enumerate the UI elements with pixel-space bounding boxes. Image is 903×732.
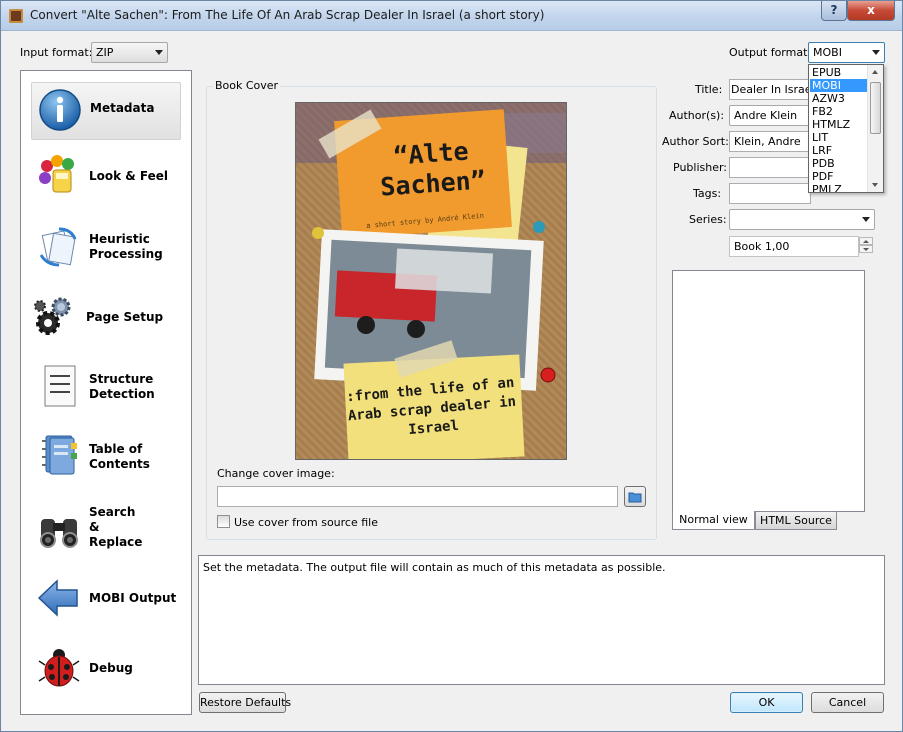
dropdown-option[interactable]: FB2: [810, 105, 869, 118]
dropdown-option[interactable]: LIT: [810, 131, 869, 144]
cancel-button[interactable]: Cancel: [811, 692, 884, 713]
dropdown-option[interactable]: LRF: [810, 144, 869, 157]
series-index-input[interactable]: Book 1,00: [729, 236, 859, 257]
series-index-spinner[interactable]: [859, 237, 873, 254]
series-select[interactable]: [729, 209, 875, 230]
sidebar-item-label: Search & Replace: [89, 505, 143, 550]
heuristic-pages-icon: [39, 227, 77, 267]
restore-defaults-button[interactable]: Restore Defaults: [199, 692, 291, 713]
chevron-down-icon: [155, 50, 163, 55]
arrow-left-icon: [37, 579, 78, 617]
paint-palette-icon: [39, 155, 74, 193]
sidebar-item-look-feel[interactable]: Look & Feel: [31, 149, 181, 207]
dropdown-option[interactable]: HTMLZ: [810, 118, 869, 131]
browse-cover-button[interactable]: [624, 486, 646, 507]
convert-dialog: Convert "Alte Sachen": From The Life Of …: [0, 0, 903, 732]
window-title: Convert "Alte Sachen": From The Life Of …: [30, 8, 545, 22]
title-input[interactable]: Dealer In Israel (a: [729, 79, 811, 100]
dropdown-option[interactable]: AZW3: [810, 92, 869, 105]
dropdown-option[interactable]: EPUB: [810, 66, 869, 79]
sidebar-item-label: Debug: [89, 661, 133, 675]
binoculars-icon: [40, 519, 78, 548]
sidebar-item-heuristic-processing[interactable]: Heuristic Processing: [31, 219, 181, 277]
title-label: Title:: [695, 83, 723, 96]
folder-icon: [628, 492, 642, 503]
scroll-thumb[interactable]: [870, 82, 881, 134]
publisher-input[interactable]: [729, 157, 811, 178]
input-format-value: ZIP: [96, 46, 114, 59]
spin-up-icon[interactable]: [859, 237, 873, 245]
dropdown-option[interactable]: PMLZ: [810, 183, 869, 192]
sidebar-item-label: Page Setup: [86, 310, 164, 324]
sidebar-item-label: Metadata: [90, 101, 155, 115]
publisher-label: Publisher:: [673, 161, 728, 174]
close-button[interactable]: x: [847, 1, 895, 21]
output-format-select[interactable]: MOBI: [808, 42, 885, 63]
tab-normal-view[interactable]: Normal view: [672, 511, 755, 530]
author-sort-input[interactable]: Klein, Andre: [729, 131, 811, 152]
ok-button[interactable]: OK: [730, 692, 803, 713]
series-label: Series:: [689, 213, 727, 226]
book-cover-image: “Alte Sachen” a short story by André Kle…: [295, 102, 567, 460]
author-sort-label: Author Sort:: [662, 135, 729, 148]
scroll-down-icon[interactable]: [872, 183, 878, 187]
sidebar-item-label: Look & Feel: [89, 169, 169, 183]
help-text: Set the metadata. The output file will c…: [203, 561, 666, 574]
sidebar-item-debug[interactable]: Debug: [31, 639, 181, 697]
ladybug-icon: [38, 649, 80, 687]
dropdown-option-selected[interactable]: MOBI: [810, 79, 869, 92]
tab-html-source[interactable]: HTML Source: [755, 511, 837, 530]
tags-label: Tags:: [693, 187, 722, 200]
info-icon: [39, 89, 81, 131]
authors-label: Author(s):: [669, 109, 725, 122]
document-icon: [44, 365, 76, 407]
scroll-up-icon[interactable]: [872, 70, 878, 74]
calibre-app-icon: [9, 9, 23, 23]
dropdown-option[interactable]: PDB: [810, 157, 869, 170]
authors-value: Andre Klein: [734, 109, 798, 122]
change-cover-label: Change cover image:: [217, 467, 335, 480]
chevron-down-icon: [872, 50, 880, 55]
book-cover-group-title: Book Cover: [213, 79, 281, 92]
sidebar-item-label: Heuristic Processing: [89, 232, 163, 261]
sidebar-item-label-text: Search & Replace: [89, 505, 143, 549]
toc-book-icon: [42, 435, 77, 475]
title-bar[interactable]: Convert "Alte Sachen": From The Life Of …: [1, 1, 902, 31]
sidebar-item-structure-detection[interactable]: Structure Detection: [31, 358, 181, 416]
help-text-pane: Set the metadata. The output file will c…: [198, 555, 885, 685]
chevron-down-icon: [862, 217, 870, 222]
input-format-select[interactable]: ZIP: [91, 42, 168, 63]
dropdown-scrollbar[interactable]: [867, 65, 883, 192]
sidebar-item-search-replace[interactable]: Search & Replace: [31, 499, 181, 557]
output-format-dropdown[interactable]: EPUB MOBI AZW3 FB2 HTMLZ LIT LRF PDB PDF…: [808, 64, 884, 193]
cover-title-text: “Alte Sachen”: [379, 136, 487, 202]
output-format-label: Output format:: [729, 46, 812, 59]
sidebar-item-label: Structure Detection: [89, 372, 155, 401]
use-source-cover-label: Use cover from source file: [234, 516, 378, 529]
sidebar-item-label: MOBI Output: [89, 591, 177, 605]
sidebar-item-page-setup[interactable]: Page Setup: [31, 289, 181, 347]
sidebar-item-mobi-output[interactable]: MOBI Output: [31, 569, 181, 627]
dropdown-option[interactable]: PDF: [810, 170, 869, 183]
use-source-cover-checkbox[interactable]: [217, 515, 230, 528]
output-format-value: MOBI: [813, 46, 842, 59]
input-format-label: Input format:: [20, 46, 93, 59]
gears-icon: [34, 297, 71, 335]
tags-input[interactable]: [729, 183, 811, 204]
sidebar-item-table-of-contents[interactable]: Table of Contents: [31, 428, 181, 486]
sidebar-item-metadata[interactable]: Metadata: [31, 82, 181, 140]
sidebar-item-label: Table of Contents: [89, 442, 150, 471]
cover-path-input[interactable]: [217, 486, 618, 507]
comments-editor[interactable]: [672, 270, 865, 512]
help-button[interactable]: ?: [821, 1, 847, 21]
spin-down-icon[interactable]: [859, 245, 873, 253]
authors-input[interactable]: Andre Klein: [729, 105, 811, 126]
settings-sidebar: Metadata Look & Feel Heuristic Processin…: [20, 70, 192, 715]
